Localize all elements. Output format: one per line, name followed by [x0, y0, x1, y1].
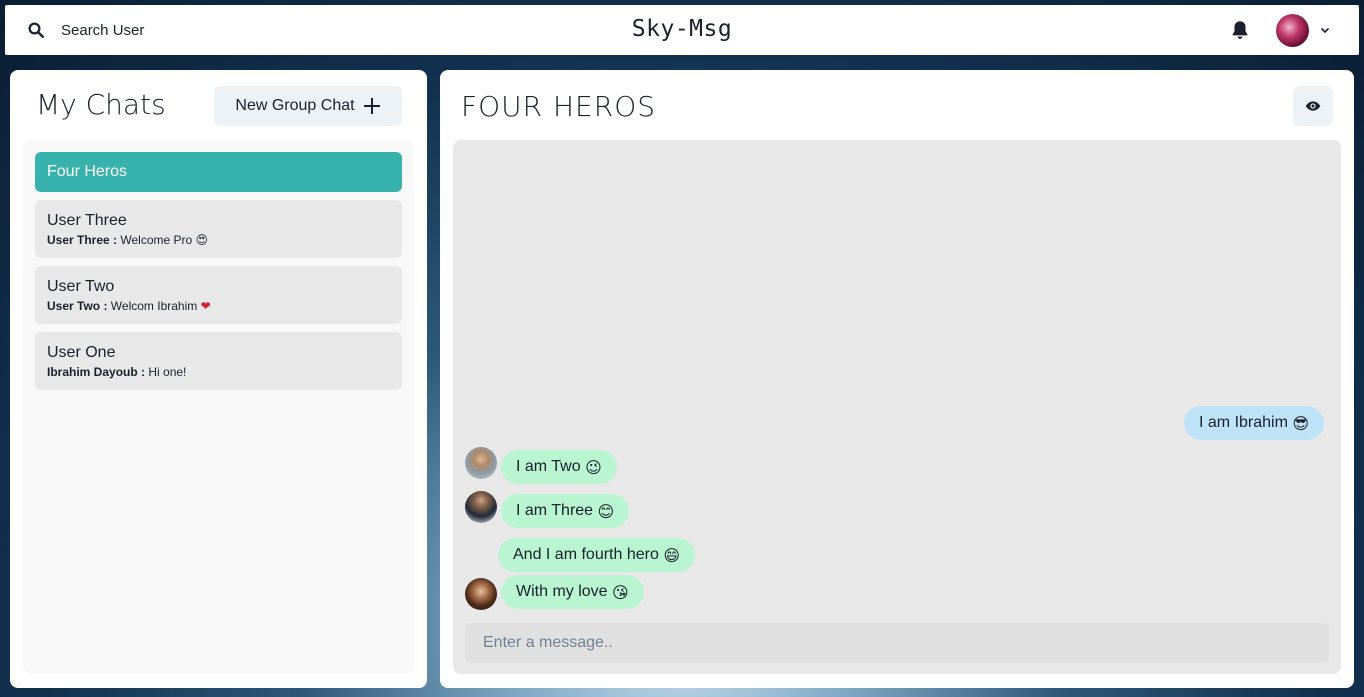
app-title: Sky-Msg: [631, 16, 733, 42]
chat-item-name: User Two: [47, 278, 115, 295]
plus-icon: [363, 98, 380, 114]
chat-item-four-heros[interactable]: Four Heros: [35, 152, 402, 192]
latest-sender: User Three :: [47, 233, 118, 247]
bell-icon[interactable]: [1229, 19, 1251, 41]
profile-menu-button[interactable]: [1276, 13, 1331, 47]
message-emoji: 😎: [1292, 413, 1310, 433]
message-text: I am Three: [516, 502, 594, 519]
chevron-down-icon: [1320, 27, 1330, 34]
chat-item-name: User Three: [47, 212, 127, 229]
latest-emoji: ❤: [200, 299, 211, 313]
chat-title: FOUR HEROS: [461, 90, 657, 123]
chat-panel: FOUR HEROS I am Ibrahim 😎 I am Two 😉 I a…: [440, 70, 1354, 688]
latest-text: Welcome Pro: [120, 233, 193, 247]
message-emoji: 😉: [585, 457, 602, 477]
chat-item-user-three[interactable]: User Three User Three : Welcome Pro 😍: [35, 200, 402, 258]
chat-item-user-one[interactable]: User One Ibrahim Dayoub : Hi one!: [35, 332, 402, 390]
avatar[interactable]: [465, 447, 497, 479]
my-chats-title: My Chats: [36, 88, 166, 121]
latest-text: Welcom Ibrahim: [110, 299, 198, 313]
message-emoji: 😄: [663, 545, 680, 565]
avatar: [1276, 13, 1309, 47]
top-bar: Search User Sky-Msg: [5, 5, 1359, 55]
message-bubble: I am Three 😊: [501, 494, 630, 528]
view-group-button[interactable]: [1293, 86, 1333, 126]
chat-item-user-two[interactable]: User Two User Two : Welcom Ibrahim ❤: [35, 266, 402, 324]
message-bubble: I am Two 😉: [501, 450, 617, 484]
chat-item-latest-message: Ibrahim Dayoub : Hi one!: [47, 365, 390, 379]
eye-icon: [1305, 101, 1321, 111]
latest-text: Hi one!: [148, 365, 187, 379]
latest-emoji: 😍: [195, 233, 209, 247]
messages-area: I am Ibrahim 😎 I am Two 😉 I am Three 😊 A…: [453, 140, 1341, 674]
avatar[interactable]: [465, 578, 497, 610]
message-bubble: With my love 😘: [501, 575, 644, 609]
latest-sender: User Two :: [47, 299, 108, 313]
message-emoji: 😊: [597, 501, 615, 521]
message-input[interactable]: [465, 623, 1329, 663]
chat-item-name: User One: [47, 344, 116, 361]
message-text: I am Ibrahim: [1199, 414, 1288, 431]
chat-list: Four Heros User Three User Three : Welco…: [23, 140, 414, 674]
message-text: And I am fourth hero: [513, 546, 659, 563]
message-bubble: I am Ibrahim 😎: [1184, 406, 1325, 440]
chat-item-latest-message: User Two : Welcom Ibrahim ❤: [47, 299, 390, 313]
new-group-chat-label: New Group Chat: [235, 97, 355, 114]
message-text: I am Two: [516, 458, 581, 475]
avatar[interactable]: [465, 491, 497, 523]
message-text: With my love: [516, 583, 608, 600]
my-chats-panel: My Chats New Group Chat Four Heros User …: [10, 70, 427, 688]
message-emoji: 😘: [612, 582, 629, 602]
new-group-chat-button[interactable]: New Group Chat: [214, 86, 402, 126]
chat-item-latest-message: User Three : Welcome Pro 😍: [47, 233, 390, 247]
chat-item-name: Four Heros: [47, 163, 128, 180]
latest-sender: Ibrahim Dayoub :: [47, 365, 146, 379]
message-bubble: And I am fourth hero 😄: [498, 538, 695, 572]
